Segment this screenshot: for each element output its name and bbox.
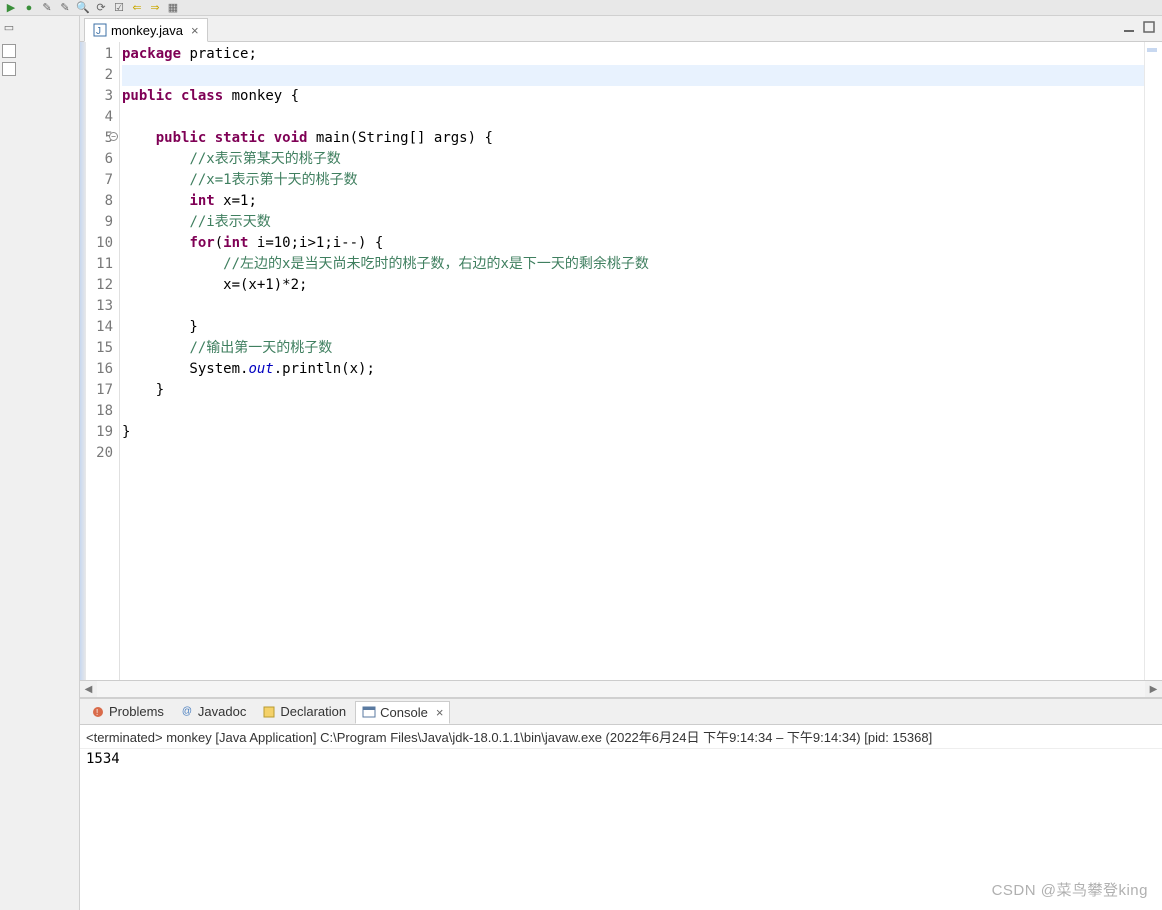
- console-icon: [362, 705, 376, 719]
- toolbar: ▶ ● ✎ ✎ 🔍 ⟳ ☑ ⇐ ⇒ ▦: [0, 0, 1162, 16]
- svg-text:!: !: [96, 708, 98, 717]
- line-number: 9: [86, 212, 113, 233]
- tab-problems[interactable]: ! Problems: [84, 700, 171, 723]
- code-line[interactable]: int x=1;: [122, 191, 1144, 212]
- line-number: 3: [86, 86, 113, 107]
- tab-console[interactable]: Console ×: [355, 701, 450, 724]
- code-line[interactable]: [122, 443, 1144, 464]
- debug-icon[interactable]: ▶: [4, 1, 18, 15]
- run-icon[interactable]: ●: [22, 1, 36, 15]
- line-number: 18: [86, 401, 113, 422]
- tab-declaration-label: Declaration: [280, 704, 346, 719]
- code-line[interactable]: //x=1表示第十天的桃子数: [122, 170, 1144, 191]
- code-line[interactable]: //输出第一天的桃子数: [122, 338, 1144, 359]
- wand-icon[interactable]: ✎: [40, 1, 54, 15]
- svg-text:J: J: [96, 26, 101, 37]
- back-icon[interactable]: ⇐: [130, 1, 144, 15]
- line-number: 12: [86, 275, 113, 296]
- overview-ruler[interactable]: [1144, 42, 1162, 680]
- code-line[interactable]: //x表示第某天的桃子数: [122, 149, 1144, 170]
- code-line[interactable]: [122, 65, 1144, 86]
- line-number: 8: [86, 191, 113, 212]
- scroll-track[interactable]: [97, 681, 1145, 698]
- line-number-gutter: 12345−67891011121314151617181920: [86, 42, 120, 680]
- tab-console-label: Console: [380, 705, 428, 720]
- scroll-left-icon[interactable]: ◀: [80, 681, 97, 698]
- code-line[interactable]: [122, 107, 1144, 128]
- line-number: 14: [86, 317, 113, 338]
- search-icon[interactable]: 🔍: [76, 1, 90, 15]
- line-number: 6: [86, 149, 113, 170]
- code-line[interactable]: }: [122, 380, 1144, 401]
- view-icon-b[interactable]: [2, 62, 16, 76]
- code-line[interactable]: public class monkey {: [122, 86, 1144, 107]
- console-output[interactable]: 1534: [80, 749, 1162, 910]
- horizontal-scrollbar[interactable]: ◀ ▶: [80, 680, 1162, 697]
- restore-icon[interactable]: ▭: [2, 20, 16, 34]
- line-number: 7: [86, 170, 113, 191]
- line-number: 20: [86, 443, 113, 464]
- code-area[interactable]: package pratice; public class monkey { pu…: [120, 42, 1144, 680]
- scroll-right-icon[interactable]: ▶: [1145, 681, 1162, 698]
- main-area: ▭ J monkey.java ×: [0, 16, 1162, 910]
- view-icon-a[interactable]: [2, 44, 16, 58]
- left-trim: ▭: [0, 16, 80, 910]
- maximize-icon[interactable]: [1142, 20, 1156, 34]
- code-line[interactable]: //左边的x是当天尚未吃时的桃子数，右边的x是下一天的剩余桃子数: [122, 254, 1144, 275]
- tasks-icon[interactable]: ☑: [112, 1, 126, 15]
- code-line[interactable]: package pratice;: [122, 44, 1144, 65]
- editor-body: 12345−67891011121314151617181920 package…: [80, 42, 1162, 680]
- code-line[interactable]: }: [122, 422, 1144, 443]
- line-number: 1: [86, 44, 113, 65]
- line-number: 15: [86, 338, 113, 359]
- wand2-icon[interactable]: ✎: [58, 1, 72, 15]
- code-line[interactable]: //i表示天数: [122, 212, 1144, 233]
- editor-container: J monkey.java × 12345−678910111213141516…: [80, 16, 1162, 910]
- problems-icon: !: [91, 705, 105, 719]
- minimize-icon[interactable]: [1122, 20, 1136, 34]
- tab-problems-label: Problems: [109, 704, 164, 719]
- fold-marker-icon[interactable]: −: [109, 132, 118, 141]
- line-number: 19: [86, 422, 113, 443]
- forward-icon[interactable]: ⇒: [148, 1, 162, 15]
- tab-javadoc-label: Javadoc: [198, 704, 246, 719]
- line-number: 13: [86, 296, 113, 317]
- java-file-icon: J: [93, 23, 107, 37]
- bottom-panel: ! Problems @ Javadoc Declaration: [80, 697, 1162, 910]
- tab-javadoc[interactable]: @ Javadoc: [173, 700, 253, 723]
- code-line[interactable]: x=(x+1)*2;: [122, 275, 1144, 296]
- editor-tab-bar: J monkey.java ×: [80, 16, 1162, 42]
- tab-declaration[interactable]: Declaration: [255, 700, 353, 723]
- code-line[interactable]: }: [122, 317, 1144, 338]
- palette-icon[interactable]: ▦: [166, 1, 180, 15]
- declaration-icon: [262, 705, 276, 719]
- refresh-icon[interactable]: ⟳: [94, 1, 108, 15]
- line-number: 17: [86, 380, 113, 401]
- line-number: 16: [86, 359, 113, 380]
- console-tab-close[interactable]: ×: [436, 705, 444, 720]
- code-line[interactable]: [122, 296, 1144, 317]
- code-line[interactable]: [122, 401, 1144, 422]
- line-number: 11: [86, 254, 113, 275]
- bottom-tab-bar: ! Problems @ Javadoc Declaration: [80, 699, 1162, 725]
- javadoc-icon: @: [180, 705, 194, 719]
- code-line[interactable]: System.out.println(x);: [122, 359, 1144, 380]
- line-number: 4: [86, 107, 113, 128]
- line-number: 5−: [86, 128, 113, 149]
- tab-monkey-java[interactable]: J monkey.java ×: [84, 18, 208, 42]
- tab-close-button[interactable]: ×: [191, 23, 199, 38]
- tab-label: monkey.java: [111, 23, 183, 38]
- line-number: 10: [86, 233, 113, 254]
- line-number: 2: [86, 65, 113, 86]
- code-line[interactable]: public static void main(String[] args) {: [122, 128, 1144, 149]
- console-header: <terminated> monkey [Java Application] C…: [80, 725, 1162, 749]
- code-line[interactable]: for(int i=10;i>1;i--) {: [122, 233, 1144, 254]
